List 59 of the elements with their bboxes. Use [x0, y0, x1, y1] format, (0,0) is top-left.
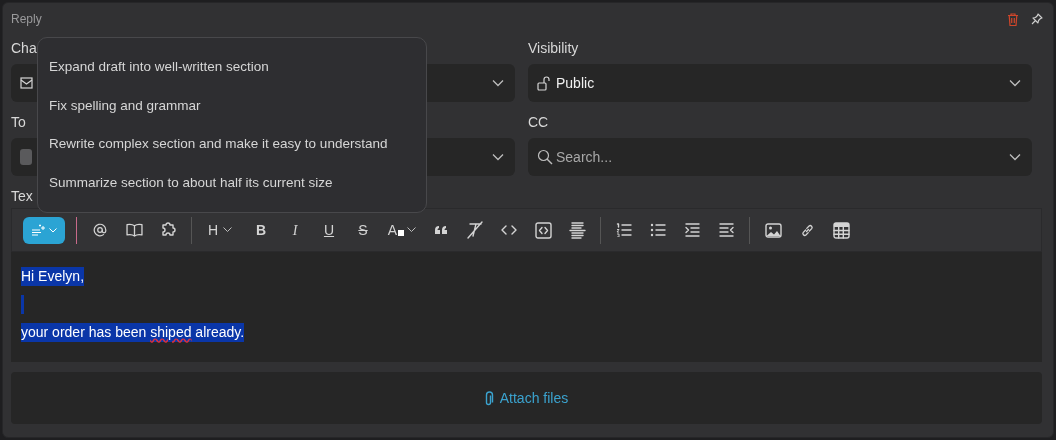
- trash-icon[interactable]: [1007, 12, 1019, 26]
- text-editor[interactable]: H B I U S A Hi Evelyn, your order has been shiped already.: [11, 208, 1042, 362]
- body-text: already.: [194, 324, 245, 340]
- code-icon: [501, 224, 517, 236]
- menu-item[interactable]: Rewrite complex section and make it easy to understand: [49, 125, 415, 164]
- chevron-down-icon: [49, 227, 57, 233]
- sparkle-lines-icon: [31, 224, 45, 236]
- envelope-icon: [20, 77, 33, 89]
- format-button[interactable]: I: [278, 216, 312, 244]
- body-text: Hi Evelyn,: [21, 268, 85, 284]
- at-sign-icon: [93, 223, 107, 237]
- numbered-list-icon: [616, 223, 632, 237]
- text-cursor: [21, 295, 24, 314]
- body-text: your order has been: [21, 324, 148, 340]
- quote-icon: [434, 224, 448, 236]
- search-icon: [537, 149, 553, 165]
- link-icon: [799, 222, 815, 238]
- attach-dropzone[interactable]: Attach files: [11, 372, 1042, 424]
- field-label: CC: [528, 113, 549, 132]
- paperclip-icon: [484, 390, 494, 406]
- chevron-down-icon: [407, 227, 417, 233]
- attach-files-link[interactable]: Attach files: [499, 387, 569, 409]
- chevron-down-icon: [1009, 79, 1021, 87]
- field-label: Cha: [11, 39, 37, 58]
- field-label: To: [11, 113, 26, 132]
- chevron-down-icon: [492, 153, 504, 161]
- search-field[interactable]: Search...: [556, 146, 1003, 168]
- book-icon: [125, 223, 143, 237]
- field-label: Visibility: [528, 39, 579, 58]
- outdent-icon: [718, 223, 734, 237]
- bulleted-list-icon: [650, 223, 666, 237]
- format-button[interactable]: S: [346, 216, 380, 244]
- chevron-down-icon: [223, 227, 233, 233]
- misspelled-word: shiped: [150, 324, 192, 340]
- unlocked-padlock-icon: [537, 75, 550, 91]
- indent-icon: [684, 223, 700, 237]
- recipient-chip: [20, 149, 32, 165]
- panel-title: Reply: [11, 11, 42, 28]
- clear-formatting-icon: [466, 221, 484, 239]
- menu-item[interactable]: Fix spelling and grammar: [49, 86, 415, 125]
- heading-dropdown[interactable]: H: [198, 216, 242, 244]
- chevron-down-icon: [1009, 153, 1021, 161]
- horizontal-rule-icon: [568, 221, 586, 239]
- visibility-select[interactable]: Public: [528, 64, 1032, 102]
- color-swatch-icon: [398, 230, 405, 236]
- text-color-dropdown[interactable]: A: [380, 216, 424, 244]
- menu-item[interactable]: Summarize section to about half its current size: [49, 163, 415, 202]
- menu-item[interactable]: Expand draft into well-written section: [49, 48, 415, 87]
- ai-assist-button[interactable]: [23, 216, 65, 244]
- chevron-down-icon: [492, 79, 504, 87]
- table-icon: [832, 221, 850, 239]
- code-block-icon: [534, 221, 552, 239]
- puzzle-piece-icon: [160, 222, 176, 238]
- cc-select[interactable]: Search...: [528, 138, 1032, 176]
- format-button[interactable]: B: [244, 216, 278, 244]
- field-label: Tex: [11, 187, 33, 206]
- format-button[interactable]: U: [312, 216, 346, 244]
- pin-icon[interactable]: [1031, 13, 1043, 25]
- image-icon: [764, 222, 782, 238]
